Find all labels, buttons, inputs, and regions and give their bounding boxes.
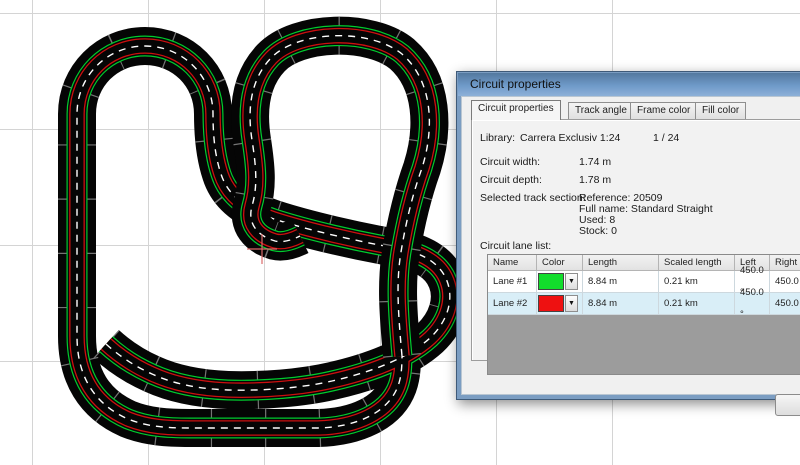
- tab-panel: Library: Carrera Exclusiv 1:24 1 / 24 Ci…: [471, 119, 800, 375]
- chevron-down-icon[interactable]: ▼: [565, 295, 578, 312]
- selected-section-stock: Stock: 0: [579, 225, 617, 237]
- lane1-color-swatch[interactable]: [538, 273, 564, 290]
- tab-frame-color[interactable]: Frame color: [630, 102, 698, 119]
- circuit-depth-value: 1.78 m: [579, 174, 612, 186]
- close-button[interactable]: Close: [775, 394, 800, 416]
- track-road: [77, 36, 450, 428]
- window-client-area: Circuit properties Track angle Frame col…: [461, 96, 800, 416]
- lane1-color-cell: ▼: [537, 271, 583, 293]
- table-row-lane2[interactable]: Lane #2 ▼ 8.84 m 0.21 km 450.0 ° 450.0 °: [488, 287, 800, 320]
- tab-circuit-properties[interactable]: Circuit properties: [471, 100, 561, 120]
- lane1-right-angle: 450.0 °: [770, 271, 800, 293]
- circuit-width-label: Circuit width:: [480, 156, 541, 168]
- library-value: Carrera Exclusiv 1:24: [520, 132, 621, 144]
- circuit-width-value: 1.74 m: [579, 156, 612, 168]
- app-canvas: { "window": { "title": "Circuit properti…: [0, 0, 800, 465]
- lane2-color-swatch[interactable]: [538, 295, 564, 312]
- lane2-color-cell: ▼: [537, 293, 583, 315]
- lane2-right-angle: 450.0 °: [770, 293, 800, 315]
- tab-track-angle[interactable]: Track angle: [568, 102, 634, 119]
- library-label: Library:: [480, 132, 516, 144]
- library-scale: 1 / 24: [653, 132, 680, 144]
- col-header-length[interactable]: Length: [583, 255, 659, 271]
- lane1-scaled-length: 0.21 km: [659, 271, 735, 293]
- lane-list-label: Circuit lane list:: [480, 240, 552, 252]
- lane2-length: 8.84 m: [583, 293, 659, 315]
- lane2-scaled-length: 0.21 km: [659, 293, 735, 315]
- col-header-right[interactable]: Right: [770, 255, 800, 271]
- lane1-length: 8.84 m: [583, 271, 659, 293]
- selected-section-label: Selected track section:: [480, 192, 586, 204]
- tab-fill-color[interactable]: Fill color: [695, 102, 747, 119]
- col-header-color[interactable]: Color: [537, 255, 583, 271]
- window-title: Circuit properties: [470, 77, 561, 91]
- lane2-left-angle: 450.0 °: [735, 287, 770, 320]
- chevron-down-icon[interactable]: ▼: [565, 273, 578, 290]
- circuit-properties-window: Circuit properties Circuit properties Tr…: [456, 71, 800, 416]
- circuit-depth-label: Circuit depth:: [480, 174, 542, 186]
- lane2-name: Lane #2: [488, 293, 537, 315]
- lane1-name: Lane #1: [488, 271, 537, 293]
- window-titlebar[interactable]: Circuit properties: [458, 73, 800, 96]
- col-header-name[interactable]: Name: [488, 255, 537, 271]
- col-header-scaled-length[interactable]: Scaled length: [659, 255, 735, 271]
- circuit-lane-table: Name Color Length Scaled length Left Rig…: [487, 254, 800, 375]
